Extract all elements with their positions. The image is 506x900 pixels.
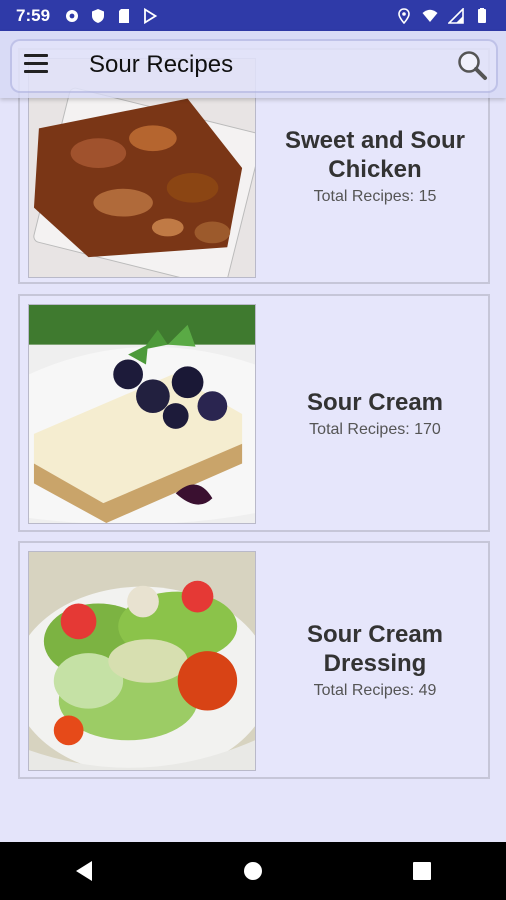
sd-card-icon [119,8,130,23]
recipe-count: Total Recipes: 170 [309,420,441,438]
recipe-image-sour-cream-dressing [28,551,256,771]
app-toolbar [0,31,506,98]
category-card-sour-cream[interactable]: Sour Cream Total Recipes: 170 [18,294,490,532]
wifi-icon [422,9,438,22]
status-bar: 7:59 [0,0,506,31]
menu-icon[interactable] [24,54,48,74]
shield-icon [92,8,105,23]
recipe-image-sour-cream [28,304,256,524]
card-text: Sour Cream Dressing Total Recipes: 49 [270,543,480,777]
category-title: Sour Cream Dressing [306,621,444,677]
category-card-sour-cream-dressing[interactable]: Sour Cream Dressing Total Recipes: 49 [18,541,490,779]
recents-icon[interactable] [409,858,435,884]
battery-icon [478,7,486,23]
toolbar-frame [10,39,498,93]
card-text: Sour Cream Total Recipes: 170 [270,296,480,530]
category-title: Sweet and Sour Chicken [284,127,466,183]
system-nav-bar [0,842,506,900]
back-icon[interactable] [71,858,97,884]
home-icon[interactable] [240,858,266,884]
status-time: 7:59 [16,5,51,25]
page-title: Sour Recipes [89,51,234,78]
recipe-count: Total Recipes: 49 [313,682,437,699]
signal-icon [448,7,464,24]
search-icon[interactable] [456,49,488,81]
location-icon [398,7,410,24]
recipe-count: Total Recipes: 15 [313,188,437,205]
gear-icon [66,9,79,22]
play-store-icon [144,7,158,24]
category-title: Sour Cream [306,388,444,416]
